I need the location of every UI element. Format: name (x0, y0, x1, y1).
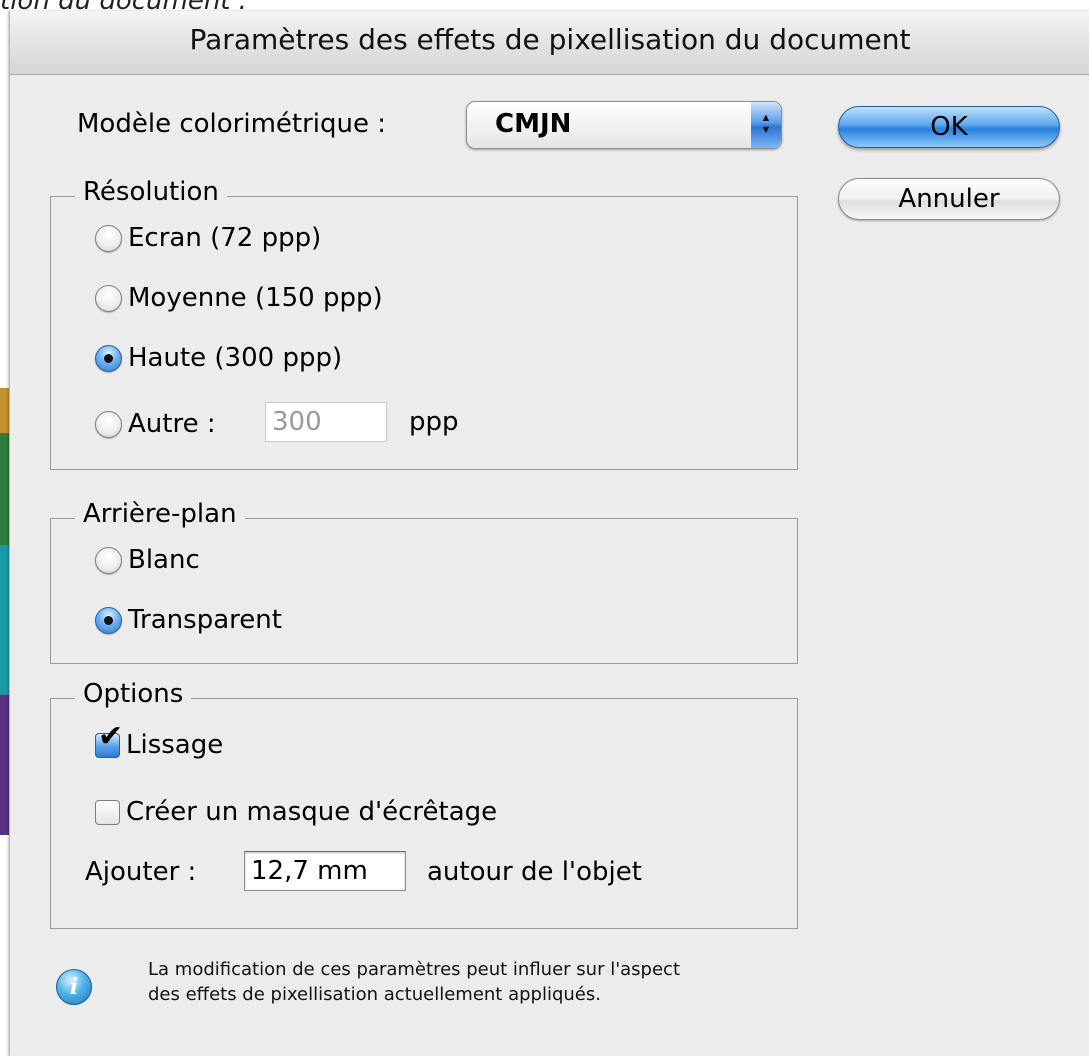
add-margin-field[interactable]: 12,7 mm (244, 851, 406, 891)
antialias-label: Lissage (126, 730, 224, 760)
background-legend: Arrière-plan (75, 499, 245, 529)
info-icon: i (56, 969, 92, 1005)
radio-high-label: Haute (300 ppp) (128, 343, 343, 373)
radio-medium[interactable] (95, 284, 122, 312)
radio-screen[interactable] (95, 224, 122, 252)
cancel-button[interactable]: Annuler (838, 178, 1060, 220)
resolution-legend: Résolution (75, 177, 227, 207)
color-model-value: CMJN (495, 109, 572, 139)
left-color-strip-orange (0, 388, 9, 433)
clipping-mask-label: Créer un masque d'écrêtage (126, 797, 498, 827)
clipping-mask-option[interactable]: Créer un masque d'écrêtage (95, 794, 497, 830)
radio-high[interactable] (95, 344, 122, 372)
radio-white-label: Blanc (128, 545, 200, 575)
add-label: Ajouter : (85, 857, 197, 887)
other-resolution-field[interactable]: 300 (265, 402, 387, 442)
radio-other[interactable] (95, 410, 122, 438)
radio-medium-label: Moyenne (150 ppp) (128, 283, 383, 313)
clipping-mask-checkbox[interactable] (95, 799, 120, 825)
color-model-select[interactable]: CMJN ▲ ▼ (466, 101, 782, 149)
resolution-option-screen[interactable]: Ecran (72 ppp) (95, 220, 321, 256)
left-color-strip-purple (0, 695, 9, 835)
left-color-strip-teal (0, 545, 9, 695)
radio-screen-label: Ecran (72 ppp) (128, 223, 322, 253)
radio-other-label: Autre : (128, 409, 216, 439)
background-option-transparent[interactable]: Transparent (95, 602, 282, 638)
resolution-group: Résolution Ecran (72 ppp) Moyenne (150 p… (50, 177, 798, 470)
background-group: Arrière-plan Blanc Transparent (50, 499, 798, 664)
radio-transparent[interactable] (95, 606, 122, 634)
options-group: Options ✔ Lissage Créer un masque d'écrê… (50, 679, 798, 929)
options-legend: Options (75, 679, 192, 709)
radio-transparent-label: Transparent (128, 605, 282, 635)
dialog-titlebar: Paramètres des effets de pixellisation d… (10, 11, 1089, 75)
resolution-option-medium[interactable]: Moyenne (150 ppp) (95, 280, 383, 316)
info-message: La modification de ces paramètres peut i… (148, 959, 681, 1005)
color-model-label: Modèle colorimétrique : (77, 109, 387, 139)
antialias-option[interactable]: ✔ Lissage (95, 721, 224, 763)
add-suffix-label: autour de l'objet (427, 857, 642, 887)
resolution-option-other[interactable]: Autre : (95, 406, 216, 442)
left-color-strip-green (0, 433, 9, 545)
background-option-white[interactable]: Blanc (95, 542, 200, 578)
radio-white[interactable] (95, 546, 122, 574)
select-arrows-icon: ▲ ▼ (751, 102, 781, 148)
checkmark-icon: ✔ (98, 719, 124, 753)
antialias-checkbox[interactable]: ✔ (95, 721, 123, 758)
rasterize-settings-dialog: Paramètres des effets de pixellisation d… (9, 11, 1089, 1056)
dialog-title: Paramètres des effets de pixellisation d… (189, 23, 911, 56)
resolution-option-high[interactable]: Haute (300 ppp) (95, 340, 342, 376)
ok-button[interactable]: OK (838, 106, 1060, 148)
other-resolution-unit: ppp (409, 407, 459, 437)
